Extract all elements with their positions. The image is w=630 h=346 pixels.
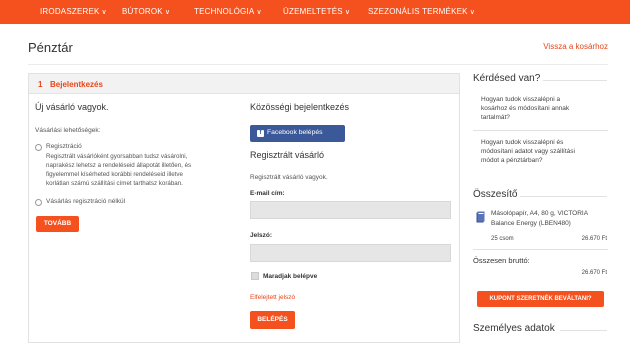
nav-item-technologia[interactable]: TECHNOLÓGIA ∨ <box>194 0 262 24</box>
faq-link-line[interactable]: módosítani adatot vagy szállítási <box>481 148 575 155</box>
registration-desc-line: naprakész lehetsz a rendeléseid állapotá… <box>46 162 192 169</box>
heading-rule <box>543 80 607 81</box>
facebook-login-button[interactable]: f Facebook belépés <box>250 125 345 142</box>
product-price: 26.670 Ft <box>581 236 607 242</box>
nav-item-label: IRODASZEREK <box>40 7 100 16</box>
divider <box>28 64 608 65</box>
divider <box>473 130 608 131</box>
registration-desc-line: korlátlan számú szállítási címet tarthat… <box>46 180 183 187</box>
nav-item-label: SZEZONÁLIS TERMÉKEK <box>368 7 468 16</box>
registration-label[interactable]: Regisztráció <box>46 143 82 150</box>
step-number: 1 <box>38 80 43 89</box>
nav-item-label: BÚTOROK <box>122 7 163 16</box>
guest-label[interactable]: Vásárlás regisztráció nélkül <box>46 198 125 205</box>
heading-rule <box>560 330 607 331</box>
facebook-login-label: Facebook belépés <box>267 129 323 136</box>
heading-rule <box>520 196 607 197</box>
total-label: Összesen bruttó: <box>473 256 530 265</box>
total-value: 26.670 Ft <box>581 270 607 276</box>
chevron-down-icon: ∨ <box>164 9 171 16</box>
continue-button[interactable]: TOVÁBB <box>36 216 79 232</box>
questions-heading: Kérdésed van? <box>473 73 541 84</box>
login-button[interactable]: BELÉPÉS <box>250 311 295 329</box>
nav-item-butorok[interactable]: BÚTOROK ∨ <box>122 0 170 24</box>
coupon-button[interactable]: KUPONT SZERETNÉK BEVÁLTANI? <box>477 291 604 307</box>
new-buyer-heading: Új vásárló vagyok. <box>35 102 109 112</box>
step-header[interactable]: 1 Bejelentkezés <box>29 74 459 94</box>
back-to-cart-link[interactable]: Vissza a kosárhoz <box>543 42 608 51</box>
personal-data-heading: Személyes adatok <box>473 323 555 334</box>
product-name-line[interactable]: Másolópapír, A4, 80 g, VICTORIA <box>491 210 588 217</box>
forgot-password-link[interactable]: Elfelejtett jelszó <box>250 294 295 301</box>
chevron-down-icon: ∨ <box>256 9 262 16</box>
social-login-heading: Közösségi bejelentkezés <box>250 102 350 112</box>
product-name-line[interactable]: Balance Energy (LBEN480) <box>491 220 571 227</box>
nav-item-uzemeltetes[interactable]: ÜZEMELTETÉS ∨ <box>283 0 350 24</box>
registered-buyer-heading: Regisztrált vásárló <box>250 150 325 160</box>
paper-product-icon <box>476 211 485 223</box>
email-field[interactable] <box>250 201 451 219</box>
facebook-icon: f <box>257 130 264 137</box>
guest-radio[interactable] <box>35 199 42 206</box>
registration-radio[interactable] <box>35 144 42 151</box>
page-title: Pénztár <box>28 40 73 55</box>
divider <box>473 249 608 250</box>
remember-me-checkbox[interactable] <box>251 272 259 280</box>
faq-link-line[interactable]: kosárhoz és módosítani annak <box>481 105 569 112</box>
nav-item-irodaszerek[interactable]: IRODASZEREK ∨ <box>40 0 107 24</box>
nav-item-label: ÜZEMELTETÉS <box>283 7 343 16</box>
summary-heading: Összesítő <box>473 189 518 200</box>
password-field[interactable] <box>250 244 451 262</box>
chevron-down-icon: ∨ <box>101 9 107 16</box>
checkout-panel: 1 Bejelentkezés Új vásárló vagyok. Vásár… <box>28 73 460 343</box>
email-label: E-mail cím: <box>250 190 285 197</box>
top-navigation: IRODASZEREK ∨ BÚTOROK ∨ TECHNOLÓGIA ∨ ÜZEME… <box>0 0 630 24</box>
password-label: Jelszó: <box>250 232 273 239</box>
registration-desc-line: figyelemmel kísérheted korábbi rendelése… <box>46 171 183 178</box>
chevron-down-icon: ∨ <box>469 9 476 16</box>
faq-link-line[interactable]: Hogyan tudok visszalépni a <box>481 96 560 103</box>
faq-link-line[interactable]: módot a pénztárban? <box>481 157 542 164</box>
product-quantity: 25 csom <box>491 236 514 242</box>
purchase-options-label: Vásárlási lehetőségek: <box>35 127 101 134</box>
chevron-down-icon: ∨ <box>344 9 351 16</box>
faq-link-line[interactable]: Hogyan tudok visszalépni és <box>481 139 563 146</box>
nav-item-label: TECHNOLÓGIA <box>194 7 255 16</box>
nav-item-szezonalis[interactable]: SZEZONÁLIS TERMÉKEK ∨ <box>368 0 475 24</box>
faq-link-line[interactable]: tartalmát? <box>481 114 510 121</box>
registration-desc-line: Regisztrált vásárlóként gyorsabban tudsz… <box>46 153 188 160</box>
remember-me-label[interactable]: Maradjak belépve <box>263 273 317 280</box>
step-label: Bejelentkezés <box>50 80 103 89</box>
registered-subtitle: Regisztrált vásárló vagyok. <box>250 174 328 181</box>
